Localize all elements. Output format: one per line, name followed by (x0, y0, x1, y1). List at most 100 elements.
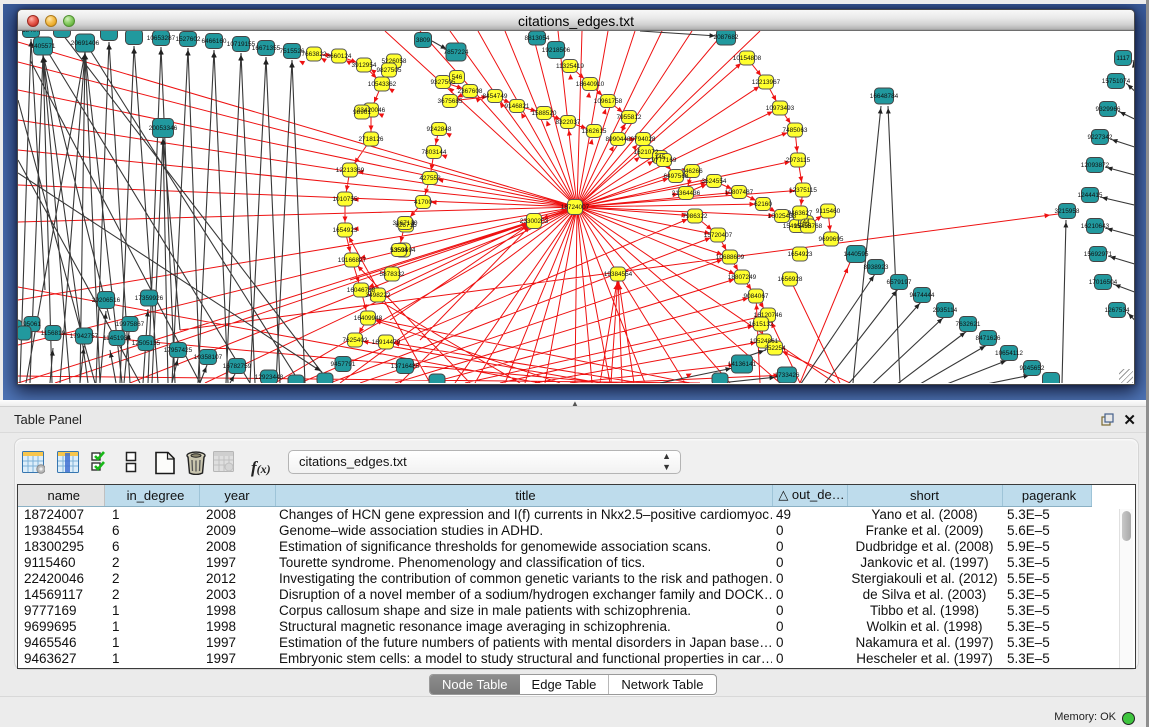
svg-text:9474444: 9474444 (910, 292, 935, 299)
svg-text:10154808: 10154808 (733, 55, 762, 62)
svg-text:10973493: 10973493 (766, 105, 795, 112)
svg-text:7663822: 7663822 (302, 51, 327, 58)
svg-text:16210643: 16210643 (1081, 223, 1110, 230)
svg-text:6466160: 6466160 (202, 38, 227, 45)
svg-text:7955812: 7955812 (617, 114, 642, 121)
svg-text:9827505: 9827505 (377, 67, 402, 74)
svg-text:10688609: 10688609 (716, 254, 745, 261)
svg-text:252254: 252254 (764, 345, 786, 352)
svg-text:1733426: 1733426 (775, 372, 800, 379)
svg-text:19166827: 19166827 (338, 257, 367, 264)
svg-text:9227342: 9227342 (1088, 134, 1113, 141)
svg-text:18640910: 18640910 (576, 81, 605, 88)
svg-text:427552: 427552 (419, 175, 441, 182)
svg-text:15692971: 15692971 (1084, 251, 1113, 258)
svg-text:23300203: 23300203 (520, 218, 549, 225)
svg-text:8813054: 8813054 (525, 35, 550, 42)
svg-text:8990448: 8990448 (606, 136, 631, 143)
svg-text:3912954: 3912954 (352, 62, 377, 69)
svg-text:15495768: 15495768 (794, 223, 823, 230)
svg-text:19218506: 19218506 (542, 47, 571, 54)
svg-text:16120746: 16120746 (754, 312, 783, 319)
svg-text:7485063: 7485063 (783, 127, 808, 134)
svg-text:53594: 53594 (390, 247, 408, 254)
svg-text:9463627: 9463627 (788, 210, 813, 217)
svg-text:3498222: 3498222 (366, 292, 391, 299)
svg-text:17957425: 17957425 (164, 347, 193, 354)
svg-text:12375115: 12375115 (789, 187, 817, 194)
svg-text:11325419: 11325419 (556, 63, 584, 70)
svg-text:2087682: 2087682 (714, 34, 739, 41)
svg-text:20206516: 20206516 (92, 297, 121, 304)
svg-text:8471626: 8471626 (976, 335, 1001, 342)
svg-text:12213369: 12213369 (336, 167, 365, 174)
svg-text:16409948: 16409948 (354, 315, 383, 322)
svg-text:546: 546 (452, 74, 463, 81)
svg-text:1656928: 1656928 (778, 276, 803, 283)
svg-text:9084067: 9084067 (744, 293, 769, 300)
svg-text:1615132: 1615132 (749, 321, 774, 328)
svg-text:9457791: 9457791 (331, 361, 356, 368)
svg-text:15751074: 15751074 (1102, 78, 1131, 85)
svg-text:62160: 62160 (754, 201, 772, 208)
svg-text:1362615: 1362615 (582, 128, 607, 135)
svg-text:12923448: 12923448 (255, 374, 284, 381)
svg-text:10653287: 10653287 (147, 35, 176, 42)
svg-text:1654923: 1654923 (333, 227, 358, 234)
svg-text:10358107: 10358107 (194, 354, 223, 361)
svg-text:3267130: 3267130 (393, 220, 418, 227)
svg-text:19975867: 19975867 (116, 321, 145, 328)
svg-text:1156819: 1156819 (41, 330, 66, 337)
svg-text:95061: 95061 (23, 321, 41, 328)
svg-text:41700: 41700 (414, 199, 432, 206)
svg-text:5878332: 5878332 (380, 271, 405, 278)
svg-text:9245652: 9245652 (1020, 365, 1045, 372)
svg-text:9146821: 9146821 (505, 103, 530, 110)
svg-text:2935114: 2935114 (933, 307, 958, 314)
svg-text:1440595: 1440595 (844, 251, 869, 258)
svg-text:1117: 1117 (1116, 55, 1130, 62)
svg-text:16648784: 16648784 (870, 93, 899, 100)
svg-text:12093872: 12093872 (1081, 162, 1110, 169)
svg-text:9777169: 9777169 (652, 157, 677, 164)
svg-text:9242848: 9242848 (427, 126, 452, 133)
svg-text:20053346: 20053346 (149, 125, 178, 132)
svg-text:3675685: 3675685 (438, 98, 463, 105)
svg-text:19524861: 19524861 (750, 338, 779, 345)
svg-text:1267534: 1267534 (1105, 307, 1130, 314)
svg-text:18724007: 18724007 (561, 204, 590, 211)
svg-text:20691406: 20691406 (71, 40, 100, 47)
svg-text:5226058: 5226058 (382, 58, 407, 65)
svg-text:14136141: 14136141 (728, 361, 757, 368)
svg-text:19384554: 19384554 (604, 271, 633, 278)
svg-text:16782759: 16782759 (223, 363, 252, 370)
svg-text:8454749: 8454749 (483, 93, 508, 100)
svg-text:10807487: 10807487 (725, 189, 754, 196)
svg-text:3660124: 3660124 (327, 53, 352, 60)
svg-text:16671355: 16671355 (252, 45, 281, 52)
svg-text:7986322: 7986322 (683, 213, 708, 220)
svg-text:9699695: 9699695 (819, 236, 844, 243)
svg-text:8938923: 8938923 (864, 264, 889, 271)
svg-text:11451934: 11451934 (103, 335, 131, 342)
svg-text:7857224: 7857224 (444, 49, 469, 56)
svg-text:1527602: 1527602 (176, 36, 201, 43)
svg-text:17942757: 17942757 (70, 333, 99, 340)
svg-text:6579197: 6579197 (887, 279, 912, 286)
svg-text:10543362: 10543362 (368, 81, 397, 88)
svg-text:98961: 98961 (353, 109, 371, 116)
svg-text:7632621: 7632621 (956, 321, 981, 328)
svg-text:3624554: 3624554 (702, 178, 727, 185)
svg-text:6497568: 6497568 (664, 173, 689, 180)
svg-text:9794028: 9794028 (631, 136, 656, 143)
svg-text:1654923: 1654923 (788, 251, 813, 258)
svg-text:3215958: 3215958 (1055, 208, 1080, 215)
svg-text:1244415: 1244415 (1078, 192, 1103, 199)
svg-text:10654112: 10654112 (995, 350, 1023, 357)
svg-text:21364436: 21364436 (672, 190, 701, 197)
svg-text:7625402: 7625402 (343, 337, 368, 344)
svg-text:8322037: 8322037 (556, 119, 581, 126)
svg-text:9329966: 9329966 (1096, 106, 1121, 113)
svg-text:10961758: 10961758 (594, 98, 623, 105)
svg-text:16914479: 16914479 (372, 339, 401, 346)
